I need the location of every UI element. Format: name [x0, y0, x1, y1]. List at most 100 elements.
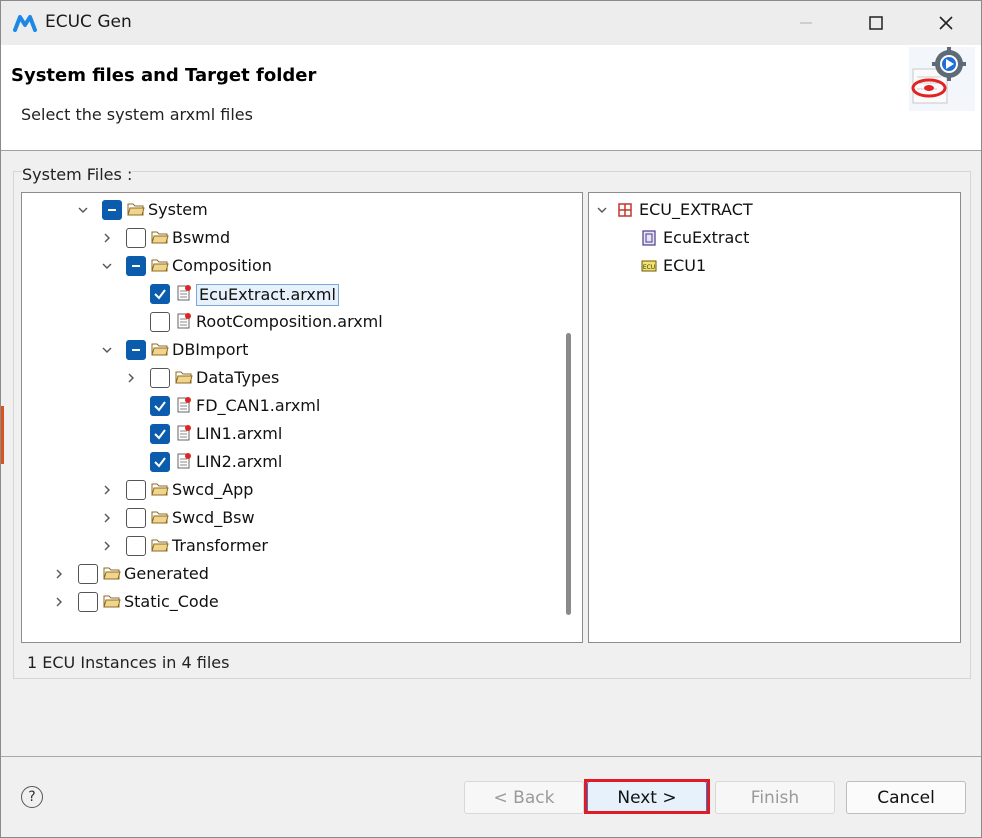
tree-item-label: Swcd_Bsw — [172, 508, 255, 527]
tree-folder-row[interactable]: Composition — [22, 252, 562, 280]
arxml-file-icon — [177, 313, 191, 329]
maximize-icon — [869, 16, 883, 30]
finish-button[interactable]: Finish — [715, 781, 835, 814]
status-text: 1 ECU Instances in 4 files — [27, 653, 230, 672]
checkbox[interactable] — [126, 228, 146, 248]
checkbox-partial[interactable] — [126, 340, 146, 360]
checkbox-partial[interactable] — [126, 256, 146, 276]
ecu-tree-row[interactable]: ECU_EXTRACT — [589, 196, 949, 224]
tree-item-label: Bswmd — [172, 228, 231, 247]
arxml-file-icon — [177, 285, 191, 301]
tree-file-row[interactable]: LIN2.arxml — [22, 448, 562, 476]
ecu-tree-row[interactable]: EcuExtract — [589, 224, 949, 252]
system-files-tree[interactable]: System Bswmd Composition EcuExtract.arxml Ro… — [21, 192, 583, 643]
tree-scrollbar[interactable] — [566, 333, 571, 615]
indeterminate-icon — [108, 209, 116, 211]
title-bar[interactable]: ECUC Gen — [1, 1, 981, 45]
checkbox[interactable] — [78, 592, 98, 612]
wizard-window: ECUC Gen System files and Target folder … — [0, 0, 982, 838]
checkbox[interactable] — [126, 536, 146, 556]
checkbox-partial[interactable] — [102, 200, 122, 220]
checkbox[interactable] — [126, 508, 146, 528]
arxml-file-icon — [177, 453, 191, 469]
ecu-tree-item-label: ECU1 — [663, 256, 707, 275]
chevron-right-icon[interactable] — [100, 483, 114, 497]
checkbox[interactable] — [126, 480, 146, 500]
ecu-instance-icon: ECU — [641, 260, 657, 272]
chevron-down-icon[interactable] — [76, 203, 90, 217]
chevron-right-icon[interactable] — [52, 567, 66, 581]
ecu-tree-item-label: ECU_EXTRACT — [639, 200, 753, 219]
maximize-button[interactable] — [841, 1, 911, 45]
chevron-right-icon[interactable] — [100, 539, 114, 553]
checkbox[interactable] — [78, 564, 98, 584]
back-button[interactable]: < Back — [464, 781, 584, 814]
tree-file-row[interactable]: RootComposition.arxml — [22, 308, 562, 336]
close-button[interactable] — [911, 1, 981, 45]
checkbox-checked[interactable] — [150, 452, 170, 472]
tree-item-label: FD_CAN1.arxml — [196, 396, 321, 415]
chevron-down-icon[interactable] — [100, 259, 114, 273]
tree-folder-row[interactable]: Swcd_App — [22, 476, 562, 504]
folder-icon — [151, 511, 169, 524]
app-logo-icon — [13, 15, 37, 32]
chevron-right-icon[interactable] — [52, 595, 66, 609]
chevron-right-icon[interactable] — [100, 511, 114, 525]
folder-icon — [103, 595, 121, 608]
tree-item-label: Static_Code — [124, 592, 219, 611]
checkbox-checked[interactable] — [150, 284, 170, 304]
minimize-button[interactable] — [771, 1, 841, 45]
tree-folder-row[interactable]: Generated — [22, 560, 562, 588]
package-icon — [618, 203, 632, 217]
help-button[interactable]: ? — [21, 786, 43, 808]
checkbox[interactable] — [150, 368, 170, 388]
folder-icon — [151, 231, 169, 244]
folder-icon — [151, 539, 169, 552]
ecu-extract-tree[interactable]: ECU_EXTRACT EcuExtract ECU ECU1 — [588, 192, 961, 643]
chevron-down-icon[interactable] — [100, 343, 114, 357]
tree-folder-row[interactable]: System — [22, 196, 562, 224]
checkmark-icon — [154, 429, 166, 440]
tree-folder-row[interactable]: Transformer — [22, 532, 562, 560]
wizard-header: System files and Target folder Select th… — [1, 45, 981, 151]
checkbox-checked[interactable] — [150, 424, 170, 444]
wizard-banner-icon — [909, 47, 975, 111]
tree-folder-row[interactable]: Swcd_Bsw — [22, 504, 562, 532]
tree-folder-row[interactable]: DataTypes — [22, 364, 562, 392]
tree-item-label: LIN1.arxml — [196, 424, 283, 443]
highlight-box — [584, 779, 710, 814]
tree-item-label: Generated — [124, 564, 209, 583]
chevron-right-icon[interactable] — [100, 231, 114, 245]
ecu-icon-text: ECU — [643, 264, 655, 271]
checkmark-icon — [154, 289, 166, 300]
chevron-down-icon[interactable] — [595, 203, 609, 217]
tree-folder-row[interactable]: Static_Code — [22, 588, 562, 616]
tree-file-row[interactable]: FD_CAN1.arxml — [22, 392, 562, 420]
tree-item-label: System — [148, 200, 208, 219]
arxml-file-icon — [177, 425, 191, 441]
folder-icon — [127, 203, 145, 216]
folder-icon — [151, 343, 169, 356]
chevron-right-icon[interactable] — [124, 371, 138, 385]
folder-icon — [103, 567, 121, 580]
tree-file-row[interactable]: LIN1.arxml — [22, 420, 562, 448]
tree-folder-row[interactable]: Bswmd — [22, 224, 562, 252]
indeterminate-icon — [132, 265, 140, 267]
ecu-tree-row[interactable]: ECU ECU1 — [589, 252, 949, 280]
checkbox-checked[interactable] — [150, 396, 170, 416]
tree-item-label: LIN2.arxml — [196, 452, 283, 471]
tree-folder-row[interactable]: DBImport — [22, 336, 562, 364]
checkbox[interactable] — [150, 312, 170, 332]
footer-divider — [1, 756, 981, 757]
window-title: ECUC Gen — [45, 12, 132, 32]
help-icon: ? — [28, 789, 36, 805]
tree-item-label: RootComposition.arxml — [196, 312, 383, 331]
tree-file-row[interactable]: EcuExtract.arxml — [22, 280, 562, 308]
tree-item-label: Composition — [172, 256, 272, 275]
cancel-button[interactable]: Cancel — [846, 781, 966, 814]
folder-icon — [175, 371, 193, 384]
tree-item-label: DataTypes — [196, 368, 280, 387]
folder-icon — [151, 259, 169, 272]
close-icon — [939, 16, 953, 30]
tree-item-label: Transformer — [172, 536, 269, 555]
